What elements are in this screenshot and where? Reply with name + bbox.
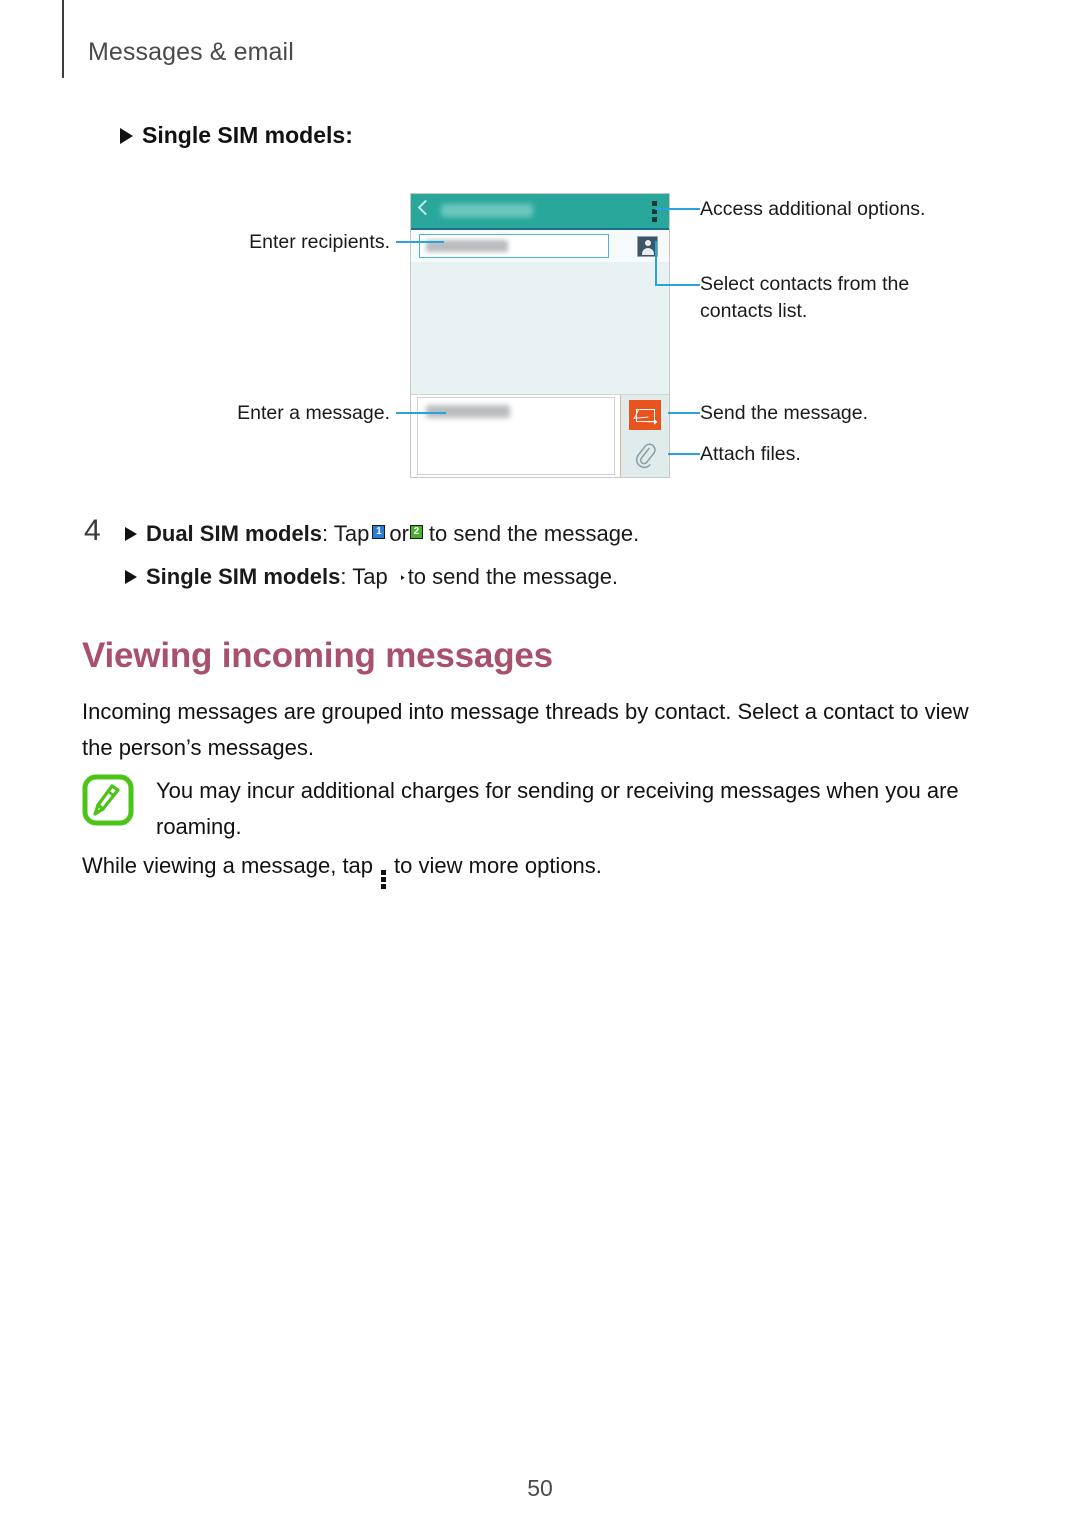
annotation-access-additional-options: Access additional options. xyxy=(700,198,926,220)
dual-sim-tail: to send the message. xyxy=(428,521,640,546)
annotation-attach-files: Attach files. xyxy=(700,443,801,465)
compose-row xyxy=(411,394,669,477)
leader-line-enter-recipients xyxy=(396,241,444,243)
message-input[interactable] xyxy=(417,397,615,475)
phone-screenshot xyxy=(410,193,670,478)
leader-line-send-message xyxy=(668,412,700,414)
app-bar-title-blurred xyxy=(441,204,533,217)
subhead-single-sim-models: Single SIM models: xyxy=(120,122,353,149)
leader-line-select-contacts xyxy=(655,284,700,286)
recipient-input[interactable] xyxy=(419,234,609,258)
tip-text-before: While viewing a message, tap xyxy=(82,853,374,878)
running-header: Messages & email xyxy=(88,38,294,66)
section-heading: Viewing incoming messages xyxy=(82,636,553,675)
paperclip-icon[interactable] xyxy=(634,443,656,469)
sim1-badge: 1 xyxy=(372,524,386,539)
note-callout: You may incur additional charges for sen… xyxy=(82,772,987,845)
leader-line-attach-files xyxy=(668,453,700,455)
tip-text-after: to view more options. xyxy=(394,853,602,878)
single-sim-after-label: : Tap xyxy=(340,564,388,589)
section-intro-paragraph: Incoming messages are grouped into messa… xyxy=(82,699,969,760)
note-text: You may incur additional charges for sen… xyxy=(156,778,959,839)
phone-app-bar xyxy=(411,194,669,228)
subhead-label: Single SIM models: xyxy=(142,122,353,148)
leader-line-enter-message xyxy=(396,412,446,414)
annotation-enter-a-message: Enter a message. xyxy=(237,402,390,424)
margin-rule xyxy=(62,0,64,78)
triangle-bullet-icon xyxy=(125,569,137,584)
message-thread-area xyxy=(411,262,669,394)
send-envelope-icon xyxy=(635,408,657,425)
annotation-enter-recipients: Enter recipients. xyxy=(249,231,390,253)
page-number: 50 xyxy=(527,1475,553,1501)
step-line-single-sim: Single SIM models : Tap to send the mess… xyxy=(125,555,1005,598)
sim2-badge: 2 xyxy=(409,524,423,539)
send-arrow-icon xyxy=(646,418,657,425)
annotation-select-contacts: Select contacts from the contacts list. xyxy=(700,273,910,322)
send-arrow-glyph xyxy=(391,572,406,582)
step-line-dual-sim: Dual SIM models : Tap 1 or 2 to send the… xyxy=(125,512,1005,555)
kebab-menu-icon[interactable] xyxy=(652,201,657,222)
dual-sim-after-label: : Tap xyxy=(322,521,370,546)
send-message-button[interactable] xyxy=(629,400,661,430)
recipient-row xyxy=(411,230,669,262)
leader-elbow-vertical-contacts xyxy=(655,241,657,285)
single-sim-tail: to send the message. xyxy=(407,564,619,589)
compose-action-rail xyxy=(620,395,669,477)
step-lines: Dual SIM models : Tap 1 or 2 to send the… xyxy=(125,512,1005,598)
annotation-send-the-message: Send the message. xyxy=(700,402,869,424)
figure-new-message-screen: Enter recipients. Enter a message. Acces… xyxy=(0,185,1080,485)
note-pen-icon xyxy=(82,774,134,826)
kebab-menu-icon xyxy=(381,870,387,889)
contact-body-shape xyxy=(641,248,654,255)
dual-sim-label: Dual SIM models xyxy=(146,521,323,546)
triangle-bullet-icon xyxy=(120,127,133,144)
tip-paragraph: While viewing a message, tap to view mor… xyxy=(82,848,982,889)
single-sim-label: Single SIM models xyxy=(146,564,341,589)
contact-head-shape xyxy=(644,240,651,246)
leader-line-access-options xyxy=(655,208,700,210)
back-chevron-icon[interactable] xyxy=(417,199,434,216)
triangle-bullet-icon xyxy=(125,526,137,541)
step-number: 4 xyxy=(84,514,101,547)
